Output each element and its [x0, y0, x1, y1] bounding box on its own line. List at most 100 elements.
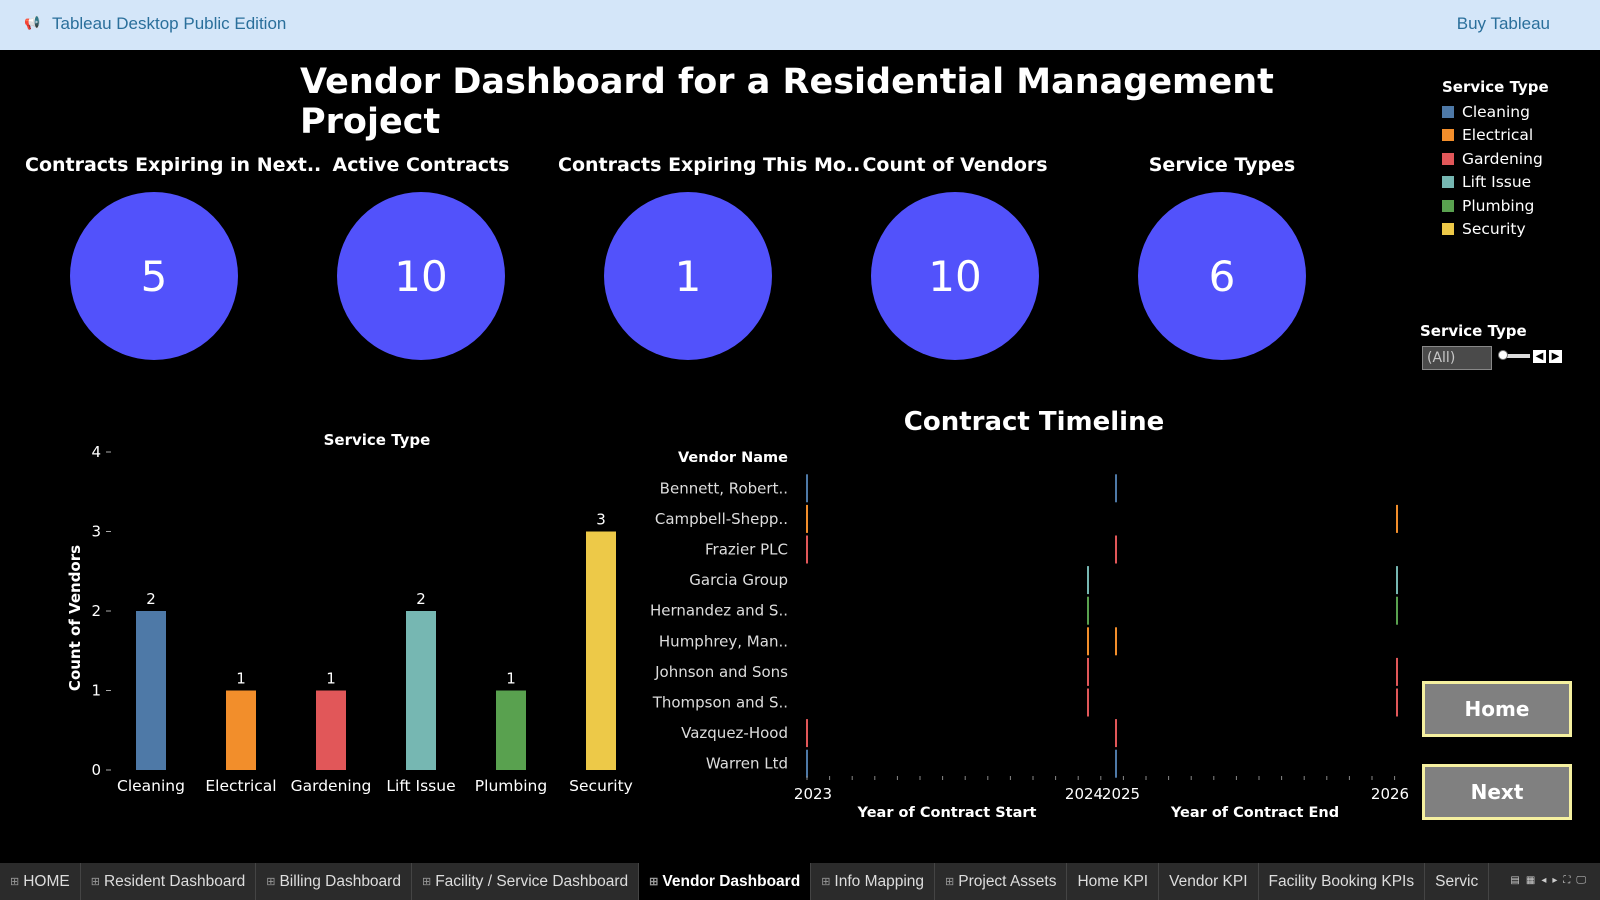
service-type-filter-dropdown[interactable]: (All)	[1422, 346, 1492, 370]
dashboard-grid-icon: ⊞	[945, 876, 955, 888]
tab-resident-dashboard[interactable]: ⊞ Resident Dashboard	[81, 863, 257, 900]
legend-label: Lift Issue	[1462, 173, 1532, 192]
kpi-circle-service-types[interactable]: 6	[1138, 192, 1306, 360]
dashboard-grid-icon: ⊞	[821, 876, 831, 888]
legend-item-lift-issue[interactable]: Lift Issue	[1442, 171, 1549, 195]
next-button[interactable]: Next	[1422, 764, 1572, 820]
kpi-label-expiring-this-month: Contracts Expiring This Mo..	[558, 154, 861, 176]
tab-servic[interactable]: Servic	[1425, 863, 1490, 900]
bar-value-label: 1	[326, 670, 336, 688]
tab-label: Info Mapping	[834, 872, 925, 890]
app-header-bar: 📢 Tableau Desktop Public Edition Buy Tab…	[0, 0, 1600, 50]
sheet-tab-bar: ⊞ HOME ⊞ Resident Dashboard ⊞ Billing Dashboa…	[0, 863, 1600, 900]
vendor-row-label: Campbell-Shepp..	[655, 510, 788, 528]
buy-tableau-link[interactable]: Buy Tableau	[1457, 14, 1550, 34]
x-tick-label-end: 2025	[1102, 785, 1140, 803]
dashboard-grid-icon: ⊞	[90, 876, 100, 888]
legend-item-cleaning[interactable]: Cleaning	[1442, 100, 1549, 124]
tab-label: HOME	[23, 872, 70, 890]
legend-swatch	[1442, 176, 1454, 189]
kpi-label-expiring-next: Contracts Expiring in Next..	[25, 154, 322, 176]
vendor-row-label: Humphrey, Man..	[659, 632, 788, 650]
legend-item-gardening[interactable]: Gardening	[1442, 147, 1549, 171]
legend-item-plumbing[interactable]: Plumbing	[1442, 194, 1549, 218]
kpi-label-active-contracts: Active Contracts	[332, 154, 510, 176]
x-category-label: Cleaning	[117, 777, 185, 795]
bar-value-label: 3	[596, 511, 606, 529]
timeline-title: Contract Timeline	[904, 407, 1164, 437]
kpi-circle-expiring-this-month[interactable]: 1	[604, 192, 772, 360]
bar-electrical[interactable]	[226, 690, 256, 771]
kpi-circle-expiring-next[interactable]: 5	[70, 192, 238, 360]
legend-title: Service Type	[1442, 78, 1549, 96]
legend-label: Gardening	[1462, 149, 1543, 168]
tab-label: Facility Booking KPIs	[1268, 872, 1415, 890]
x-category-label: Plumbing	[475, 777, 547, 795]
vendor-name-header: Vendor Name	[678, 450, 788, 466]
next-arrow-icon[interactable]: ▶	[1549, 350, 1562, 363]
bar-security[interactable]	[586, 531, 616, 771]
legend-label: Security	[1462, 220, 1526, 239]
tab-label: Vendor KPI	[1169, 872, 1248, 890]
bar-value-label: 1	[236, 670, 246, 688]
tab-home-kpi[interactable]: Home KPI	[1067, 863, 1160, 900]
legend-label: Plumbing	[1462, 196, 1535, 215]
kpi-circle-count-vendors[interactable]: 10	[871, 192, 1039, 360]
tab-label: Resident Dashboard	[103, 872, 246, 890]
y-tick-label: 0	[91, 761, 101, 779]
timeline-x-label-start: Year of Contract Start	[857, 805, 1037, 821]
vendor-row-label: Garcia Group	[689, 571, 788, 589]
vendor-row-label: Bennett, Robert..	[660, 479, 788, 497]
x-category-label: Electrical	[205, 777, 276, 795]
vendor-row-label: Hernandez and S..	[650, 602, 788, 620]
legend-item-security[interactable]: Security	[1442, 218, 1549, 242]
bar-plumbing[interactable]	[496, 690, 526, 771]
tab-vendor-dashboard[interactable]: ⊞ Vendor Dashboard	[639, 863, 812, 900]
tab-info-mapping[interactable]: ⊞ Info Mapping	[811, 863, 936, 900]
kpi-label-count-vendors: Count of Vendors	[862, 154, 1048, 176]
dashboard-grid-icon: ⊞	[10, 876, 20, 888]
vendor-row-label: Thompson and S..	[652, 694, 788, 712]
x-category-label: Gardening	[291, 777, 372, 795]
y-tick-label: 3	[91, 523, 101, 541]
tab-facility-booking-kpis[interactable]: Facility Booking KPIs	[1259, 863, 1426, 900]
vendor-row-label: Johnson and Sons	[654, 663, 788, 681]
megaphone-icon: 📢	[24, 16, 41, 31]
bar-value-label: 2	[146, 590, 156, 608]
bar-lift-issue[interactable]	[406, 611, 436, 770]
legend-swatch	[1442, 129, 1454, 142]
tab-label: Servic	[1435, 872, 1479, 890]
legend-swatch	[1442, 105, 1454, 118]
x-tick-label-end: 2026	[1371, 785, 1409, 803]
bar-chart-y-axis-label: Count of Vendors	[66, 545, 84, 691]
dashboard-grid-icon: ⊞	[421, 876, 432, 888]
tab-project-assets[interactable]: ⊞ Project Assets	[935, 863, 1068, 900]
tab-label: Project Assets	[958, 872, 1057, 890]
tab-home[interactable]: ⊞ HOME	[0, 863, 81, 900]
tab-facility-service-dashboard[interactable]: ⊞ Facility / Service Dashboard	[412, 863, 640, 900]
service-type-bar-chart: Service Type Count of Vendors 0 1 2 3 4 2 Clea…	[66, 431, 633, 795]
tab-vendor-kpi[interactable]: Vendor KPI	[1159, 863, 1259, 900]
home-button[interactable]: Home	[1422, 681, 1572, 737]
legend-label: Electrical	[1462, 126, 1534, 145]
legend-item-electrical[interactable]: Electrical	[1442, 124, 1549, 148]
dashboard-title: Vendor Dashboard for a Residential Manag…	[300, 62, 1274, 142]
legend-swatch	[1442, 199, 1454, 212]
kpi-circle-active-contracts[interactable]: 10	[337, 192, 505, 360]
bar-cleaning[interactable]	[136, 611, 166, 770]
tab-label: Vendor Dashboard	[662, 872, 801, 890]
bar-value-label: 1	[506, 670, 516, 688]
service-type-legend: Service Type Cleaning Electrical Gardeni…	[1442, 78, 1549, 241]
filter-slider-knob[interactable]	[1498, 350, 1508, 360]
app-title: Tableau Desktop Public Edition	[52, 14, 287, 33]
y-tick-label: 1	[91, 682, 101, 700]
tab-navigation-controls[interactable]: ▤▦◂▸⛶🖵	[1510, 875, 1592, 886]
prev-arrow-icon[interactable]: ◀	[1533, 350, 1546, 363]
y-tick-label: 4	[91, 443, 101, 461]
dashboard-grid-icon: ⊞	[649, 876, 659, 888]
tab-billing-dashboard[interactable]: ⊞ Billing Dashboard	[256, 863, 412, 900]
tab-label: Facility / Service Dashboard	[435, 872, 629, 890]
bar-gardening[interactable]	[316, 690, 346, 771]
kpi-label-service-types: Service Types	[1148, 154, 1296, 176]
bar-value-label: 2	[416, 590, 426, 608]
